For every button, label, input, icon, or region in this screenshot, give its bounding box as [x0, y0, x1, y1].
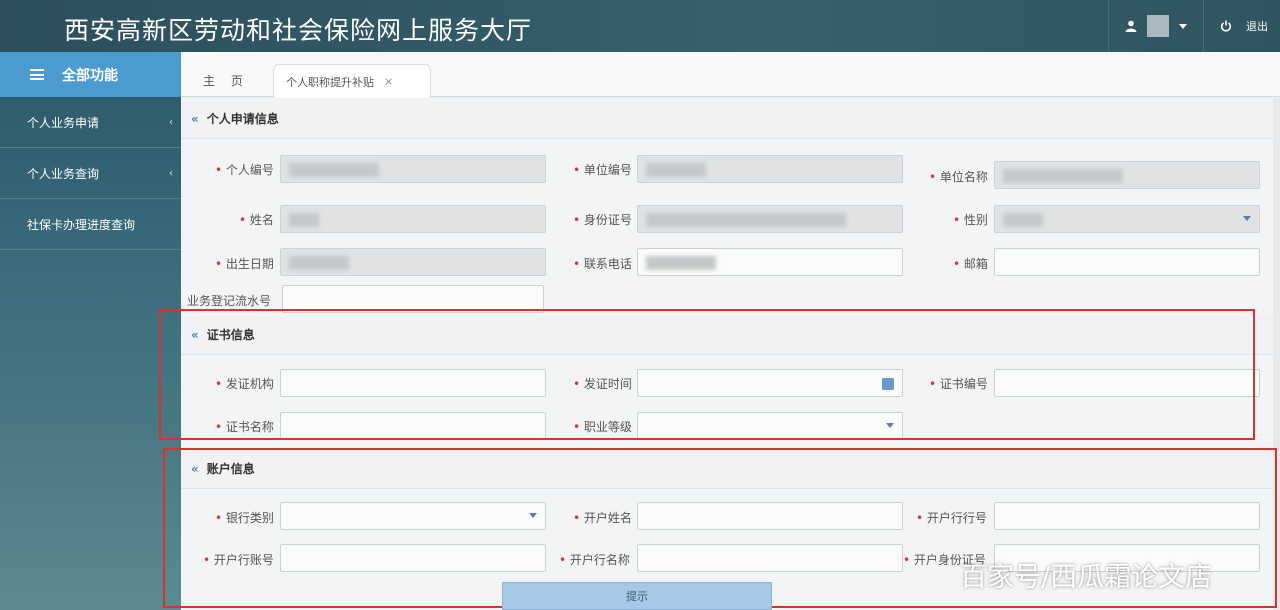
top-right-controls: 退出	[1108, 0, 1280, 52]
sidebar-item-card-progress[interactable]: 社保卡办理进度查询	[0, 199, 181, 250]
tab-home[interactable]: 主 页	[203, 72, 249, 89]
logout-button[interactable]: 退出	[1203, 0, 1280, 52]
watermark: 百家号/西瓜霜论文店	[960, 562, 1213, 593]
tab-title-subsidy[interactable]: 个人职称提升补贴 ×	[273, 64, 431, 98]
double-chevron-icon[interactable]: «	[191, 112, 199, 126]
menu-icon	[30, 69, 44, 80]
avatar	[1147, 15, 1169, 37]
sidebar-item-personal-apply[interactable]: 个人业务申请 ‹	[0, 97, 181, 148]
label-email: • 邮箱	[953, 257, 988, 271]
sidebar: 全部功能 个人业务申请 ‹ 个人业务查询 ‹ 社保卡办理进度查询	[0, 52, 181, 610]
gender-select[interactable]	[994, 205, 1260, 233]
submit-button[interactable]: 提示	[502, 582, 772, 610]
sidebar-item-label: 个人业务查询	[27, 166, 100, 181]
top-bar: 西安高新区劳动和社会保险网上服务大厅 退出	[0, 0, 1280, 52]
birth-field[interactable]	[280, 248, 546, 276]
chevron-left-icon: ‹	[169, 116, 173, 128]
menu-toggle[interactable]: 全部功能	[0, 52, 181, 97]
menu-title: 全部功能	[62, 67, 118, 84]
label-phone: • 联系电话	[573, 257, 632, 271]
phone-field[interactable]	[637, 248, 903, 276]
email-field[interactable]	[994, 248, 1260, 276]
power-icon	[1220, 20, 1232, 32]
app-title: 西安高新区劳动和社会保险网上服务大厅	[64, 16, 533, 45]
label-birth: • 出生日期	[215, 257, 274, 271]
chevron-left-icon: ‹	[169, 167, 173, 179]
name-field[interactable]	[280, 205, 546, 233]
person-no-field[interactable]	[280, 155, 546, 183]
unit-no-field[interactable]	[637, 155, 903, 183]
chevron-down-icon[interactable]	[1179, 23, 1187, 29]
user-menu[interactable]	[1108, 0, 1203, 52]
label-unit-no: • 单位编号	[573, 163, 632, 177]
sidebar-item-personal-query[interactable]: 个人业务查询 ‹	[0, 148, 181, 199]
id-no-field[interactable]	[637, 205, 903, 233]
label-reg-no: 业务登记流水号	[187, 294, 272, 308]
tab-bar: 主 页 个人职称提升补贴 ×	[181, 52, 1280, 98]
close-icon[interactable]: ×	[384, 75, 393, 88]
section-title: 个人申请信息	[206, 112, 279, 126]
highlight-box-certificate	[159, 309, 1255, 440]
label-id-no: • 身份证号	[573, 213, 632, 227]
section-personal-header: « 个人申请信息	[181, 99, 1273, 139]
label-name: • 姓名	[239, 213, 274, 227]
unit-name-field[interactable]	[994, 161, 1260, 189]
logout-label: 退出	[1246, 20, 1268, 33]
user-icon	[1125, 20, 1137, 32]
chevron-down-icon	[1243, 216, 1251, 221]
label-gender: • 性别	[953, 213, 988, 227]
label-unit-name: • 单位名称	[929, 170, 988, 184]
tab-label: 个人职称提升补贴	[286, 75, 374, 89]
sidebar-item-label: 社保卡办理进度查询	[27, 217, 136, 232]
label-person-no: • 个人编号	[215, 163, 274, 177]
sidebar-item-label: 个人业务申请	[27, 115, 100, 130]
